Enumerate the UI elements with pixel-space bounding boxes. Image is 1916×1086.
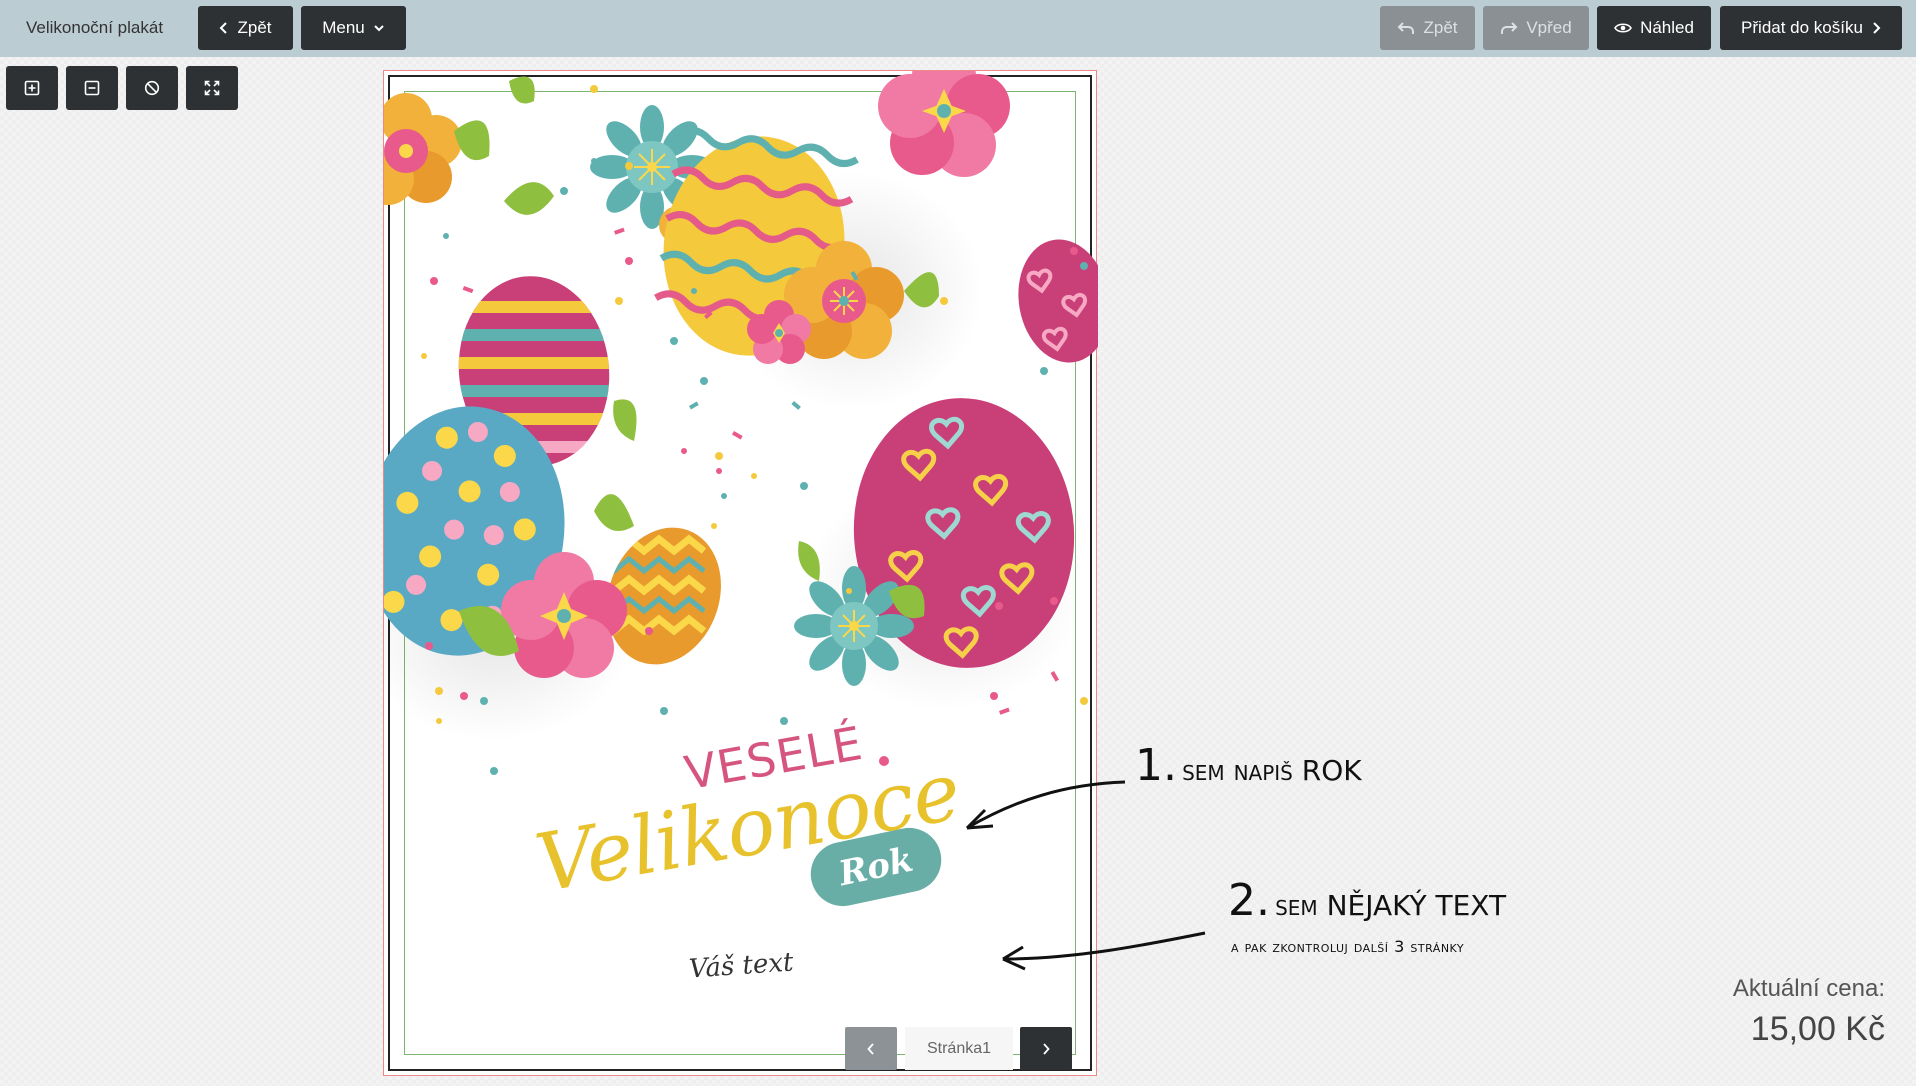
annotation-step-1: 1. sem napiš ROK bbox=[1135, 740, 1362, 791]
arrow-icon bbox=[965, 780, 1126, 830]
price-value: 15,00 Kč bbox=[1750, 1010, 1885, 1048]
clear-icon bbox=[144, 80, 160, 96]
add-to-cart-label: Přidat do košíku bbox=[1741, 18, 1863, 37]
add-to-cart-button[interactable]: Přidat do košíku bbox=[1720, 6, 1902, 50]
menu-button[interactable]: Menu bbox=[301, 6, 406, 50]
zoom-out-button[interactable] bbox=[66, 66, 118, 110]
zoom-in-button[interactable] bbox=[6, 66, 58, 110]
menu-button-label: Menu bbox=[322, 18, 365, 37]
back-button[interactable]: Zpět bbox=[198, 6, 293, 50]
arrow-icon bbox=[1002, 931, 1206, 971]
annotation-step-2-number: 2. bbox=[1228, 875, 1270, 926]
chevron-left-icon bbox=[220, 22, 228, 34]
undo-button[interactable]: Zpět bbox=[1380, 6, 1475, 50]
page-indicator: Stránka1 bbox=[905, 1027, 1013, 1070]
annotation-step-2: 2. sem NĚJAKÝ TEXT bbox=[1228, 875, 1506, 926]
easter-eggs-illustration bbox=[384, 71, 1098, 775]
redo-button-label: Vpřed bbox=[1526, 18, 1572, 37]
redo-button[interactable]: Vpřed bbox=[1483, 6, 1589, 50]
annotation-step-2-subtext: a pak zkontroluj další 3 stránky bbox=[1231, 937, 1465, 956]
undo-button-label: Zpět bbox=[1423, 18, 1458, 37]
annotation-step-2-text: sem NĚJAKÝ TEXT bbox=[1275, 889, 1507, 922]
chevron-right-icon bbox=[1873, 22, 1881, 34]
app-title: Velikonoční plakát bbox=[26, 18, 164, 37]
preview-button[interactable]: Náhled bbox=[1597, 6, 1711, 50]
poster-canvas[interactable]: VESELÉ Velikonoce Rok Váš text bbox=[383, 70, 1098, 1076]
fit-screen-icon bbox=[204, 80, 220, 96]
top-bar: Velikonoční plakát Zpět Menu Zpět Vpřed … bbox=[0, 0, 1916, 57]
zoom-out-icon bbox=[84, 80, 100, 96]
next-page-button[interactable] bbox=[1020, 1027, 1072, 1070]
annotation-step-1-number: 1. bbox=[1135, 740, 1177, 791]
preview-button-label: Náhled bbox=[1640, 18, 1694, 37]
chevron-left-icon bbox=[867, 1042, 874, 1055]
annotation-step-1-text: sem napiš ROK bbox=[1182, 754, 1362, 787]
undo-icon bbox=[1398, 22, 1415, 34]
eye-icon bbox=[1614, 23, 1632, 33]
clear-button[interactable] bbox=[126, 66, 178, 110]
back-button-label: Zpět bbox=[237, 18, 272, 37]
price-label: Aktuální cena: bbox=[1732, 975, 1885, 1002]
fit-screen-button[interactable] bbox=[186, 66, 238, 110]
chevron-right-icon bbox=[1043, 1042, 1050, 1055]
previous-page-button[interactable] bbox=[845, 1027, 897, 1070]
zoom-in-icon bbox=[24, 80, 40, 96]
redo-icon bbox=[1501, 22, 1518, 34]
chevron-down-icon bbox=[374, 25, 384, 32]
